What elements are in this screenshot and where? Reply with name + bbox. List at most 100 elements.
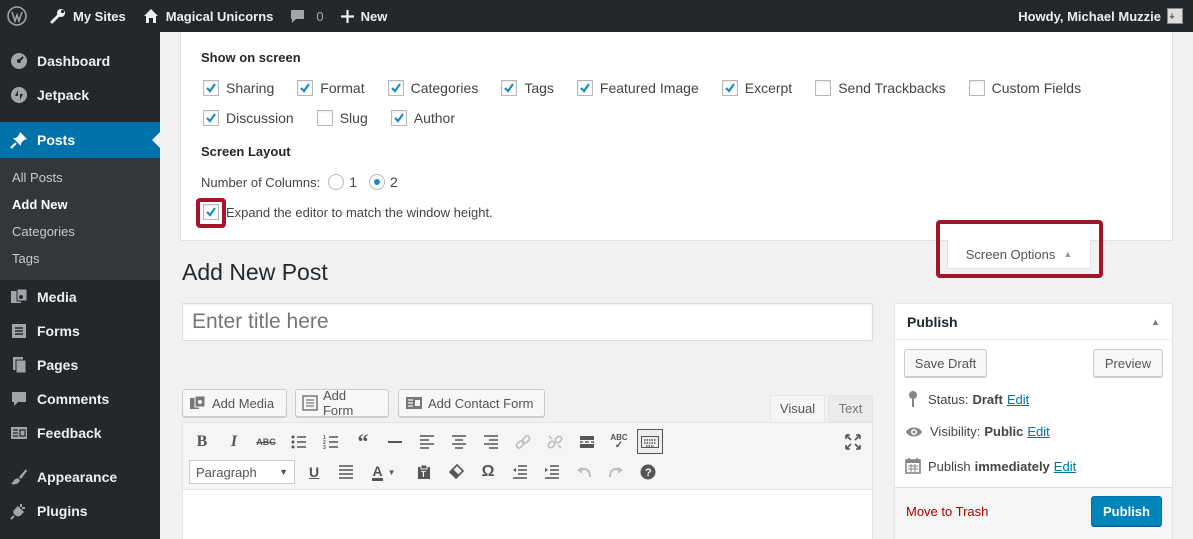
special-character-icon[interactable]: Ω [477, 461, 499, 483]
menu-appearance[interactable]: Appearance [0, 460, 160, 494]
bullet-list-icon[interactable] [288, 431, 310, 453]
checkbox-box[interactable] [576, 80, 593, 96]
checkbox-send-trackbacks[interactable]: Send Trackbacks [815, 80, 946, 96]
add-form-button[interactable]: Add Form [295, 388, 389, 418]
link-icon[interactable] [512, 431, 534, 453]
post-title-input[interactable] [182, 303, 873, 341]
save-draft-button[interactable]: Save Draft [904, 349, 987, 377]
format-select[interactable]: Paragraph ▼ [189, 460, 295, 484]
submenu-categories[interactable]: Categories [0, 218, 160, 245]
my-sites-menu[interactable]: My Sites [41, 0, 134, 32]
submenu-all-posts[interactable]: All Posts [0, 164, 160, 191]
align-right-icon[interactable] [480, 431, 502, 453]
visibility-label: Visibility: [930, 424, 981, 439]
new-content-menu[interactable]: New [332, 0, 396, 32]
checkmark-icon [724, 83, 735, 93]
pin-icon [909, 391, 917, 407]
site-name-menu[interactable]: Magical Unicorns [134, 0, 282, 32]
underline-icon[interactable]: U [303, 461, 325, 483]
triangle-up-icon[interactable]: ▲ [1151, 317, 1160, 327]
wordpress-logo-button[interactable] [0, 0, 41, 32]
edit-schedule-link[interactable]: Edit [1054, 459, 1076, 474]
justify-icon[interactable] [335, 461, 357, 483]
undo-icon[interactable] [573, 461, 595, 483]
checkbox-tags[interactable]: Tags [501, 80, 554, 96]
publish-button[interactable]: Publish [1091, 496, 1162, 526]
edit-visibility-link[interactable]: Edit [1027, 424, 1049, 439]
checkbox-box[interactable] [316, 110, 333, 126]
blockquote-icon[interactable]: “ [352, 429, 374, 454]
spellcheck-icon[interactable]: ABC ✓ [608, 431, 630, 453]
checkbox-custom-fields[interactable]: Custom Fields [968, 80, 1081, 96]
add-form-label: Add Form [322, 388, 354, 418]
read-more-icon[interactable] [576, 431, 598, 453]
checkbox-categories[interactable]: Categories [387, 80, 478, 96]
text-color-icon[interactable]: A ▼ [367, 461, 401, 483]
menu-jetpack-label: Jetpack [37, 87, 90, 103]
italic-icon[interactable]: I [223, 431, 245, 453]
radio-columns-2[interactable]: 2 [369, 174, 398, 190]
menu-jetpack[interactable]: Jetpack [0, 78, 160, 112]
menu-pages[interactable]: Pages [0, 348, 160, 382]
move-to-trash-link[interactable]: Move to Trash [906, 504, 988, 519]
paste-as-text-icon[interactable]: T [413, 461, 435, 483]
unlink-icon[interactable] [544, 431, 566, 453]
checkbox-author[interactable]: Author [390, 110, 455, 126]
radio-button[interactable] [328, 174, 345, 190]
menu-media[interactable]: Media [0, 280, 160, 314]
checkbox-box[interactable] [390, 110, 407, 126]
tab-text[interactable]: Text [828, 395, 873, 422]
checkbox-sharing[interactable]: Sharing [203, 80, 274, 96]
edit-status-link[interactable]: Edit [1007, 392, 1029, 407]
bold-icon[interactable]: B [191, 431, 213, 453]
align-left-icon[interactable] [416, 431, 438, 453]
editor-content-area[interactable] [182, 490, 873, 539]
checkbox-box[interactable] [297, 80, 314, 96]
checkbox-box[interactable] [721, 80, 738, 96]
toolbar-toggle-icon[interactable] [637, 429, 663, 454]
horizontal-line-icon[interactable] [384, 431, 406, 453]
menu-dashboard[interactable]: Dashboard [0, 44, 160, 78]
checkbox-featured-image[interactable]: Featured Image [576, 80, 699, 96]
redo-icon[interactable] [605, 461, 627, 483]
numbered-list-icon[interactable]: 123 [320, 431, 342, 453]
checkbox-box[interactable] [501, 80, 518, 96]
checkbox-format[interactable]: Format [297, 80, 365, 96]
radio-button[interactable] [369, 174, 386, 190]
submenu-tags[interactable]: Tags [0, 245, 160, 272]
account-menu[interactable]: Howdy, Michael Muzzie [1010, 0, 1193, 32]
checkbox-expand-editor[interactable]: Expand the editor to match the window he… [203, 204, 493, 220]
strikethrough-icon[interactable]: ABC [255, 431, 277, 453]
checkbox-box[interactable] [968, 80, 985, 96]
checkbox-box[interactable] [203, 110, 219, 126]
comments-menu[interactable]: 0 [281, 0, 331, 32]
page-title: Add New Post [182, 259, 328, 285]
checkbox-box[interactable] [203, 80, 219, 96]
menu-plugins[interactable]: Plugins [0, 494, 160, 528]
home-icon [143, 9, 158, 23]
menu-comments[interactable]: Comments [0, 382, 160, 416]
checkbox-box[interactable] [387, 80, 404, 96]
menu-pages-label: Pages [37, 357, 79, 373]
publish-box-header[interactable]: Publish ▲ [895, 304, 1172, 340]
menu-feedback[interactable]: Feedback [0, 416, 160, 450]
align-center-icon[interactable] [448, 431, 470, 453]
help-icon[interactable]: ? [637, 461, 659, 483]
menu-posts[interactable]: Posts [0, 122, 160, 158]
add-contact-form-button[interactable]: Add Contact Form [398, 389, 545, 417]
tab-visual[interactable]: Visual [770, 395, 825, 422]
checkbox-box[interactable] [815, 80, 832, 96]
submenu-add-new[interactable]: Add New [0, 191, 160, 218]
publish-box-title: Publish [907, 313, 958, 330]
checkbox-discussion[interactable]: Discussion [203, 110, 294, 126]
indent-icon[interactable] [541, 461, 563, 483]
outdent-icon[interactable] [509, 461, 531, 483]
radio-columns-1[interactable]: 1 [328, 174, 357, 190]
clear-formatting-icon[interactable] [445, 461, 467, 483]
checkbox-slug[interactable]: Slug [316, 110, 368, 126]
preview-button[interactable]: Preview [1093, 349, 1163, 377]
add-media-button[interactable]: Add Media [182, 389, 287, 417]
checkbox-excerpt[interactable]: Excerpt [721, 80, 792, 96]
menu-forms[interactable]: Forms [0, 314, 160, 348]
fullscreen-icon[interactable] [842, 431, 864, 453]
